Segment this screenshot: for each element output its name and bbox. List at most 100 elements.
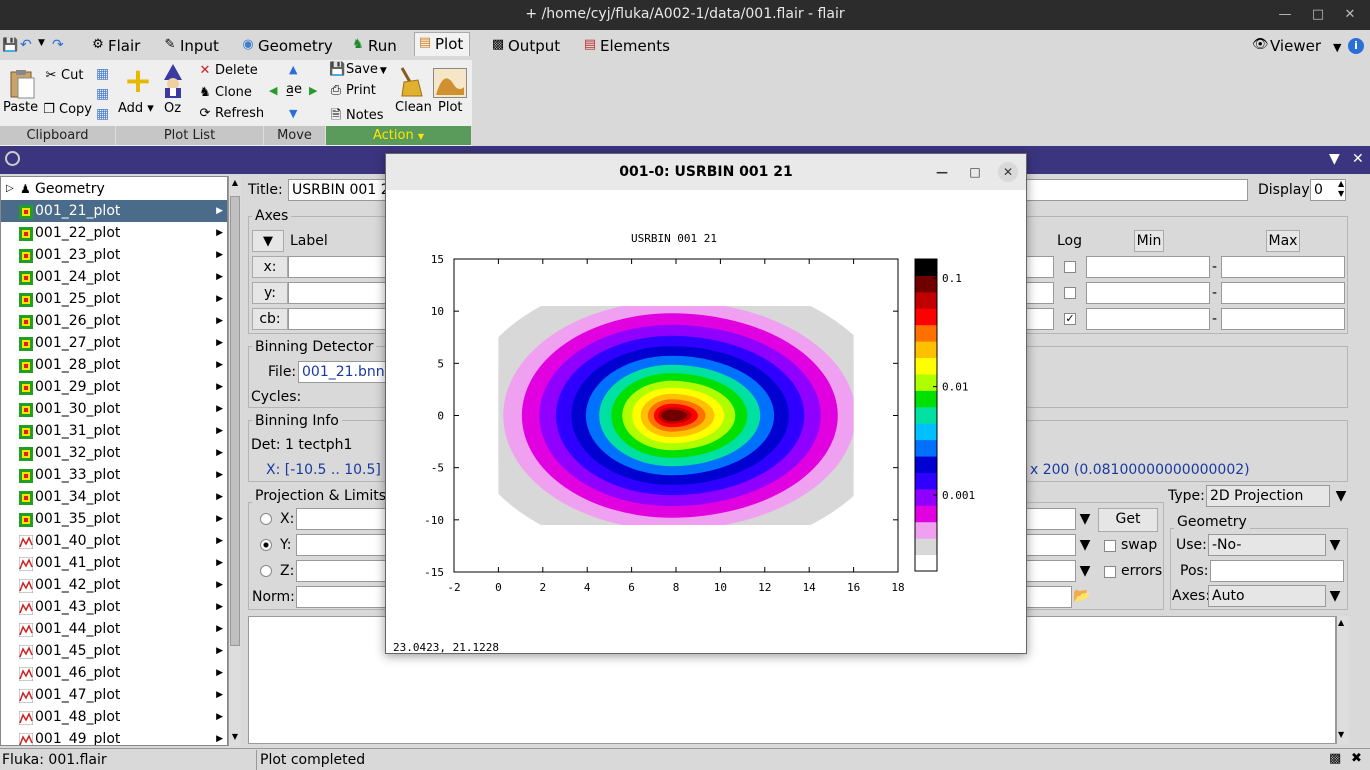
- print-button[interactable]: ⎙ Print: [329, 83, 376, 98]
- cut-button[interactable]: ✂ Cut: [44, 68, 84, 83]
- chevron-right-icon[interactable]: ▶: [216, 508, 223, 530]
- tree-item-plot[interactable]: 001_27_plot ▶: [1, 332, 227, 354]
- save-plot-button[interactable]: 💾Save ▼: [329, 62, 387, 77]
- axis-cb-button[interactable]: cb:: [252, 308, 288, 330]
- tree-item-plot[interactable]: 001_25_plot ▶: [1, 288, 227, 310]
- tree-item-plot[interactable]: 001_49_plot ▶: [1, 728, 227, 745]
- menu-viewer[interactable]: 👁 Viewer ▼: [1250, 35, 1341, 59]
- chevron-down-icon[interactable]: ▼: [1074, 560, 1096, 582]
- cb-log-checkbox[interactable]: ✓: [1064, 313, 1076, 325]
- spin-arrows-icon[interactable]: ▲ ▼: [1338, 179, 1344, 199]
- chevron-down-icon[interactable]: ▼: [1324, 585, 1346, 607]
- frame-menu-icon[interactable]: [5, 151, 20, 166]
- save-icon[interactable]: 💾: [2, 38, 18, 53]
- chevron-right-icon[interactable]: ▶: [216, 222, 223, 244]
- chevron-right-icon[interactable]: ▶: [216, 486, 223, 508]
- tree-root-geometry[interactable]: ▷ ♟ Geometry: [1, 178, 227, 200]
- scroll-down-icon[interactable]: ▼: [1338, 730, 1344, 739]
- chevron-down-icon[interactable]: ▼: [38, 38, 45, 48]
- chevron-right-icon[interactable]: ▶: [216, 266, 223, 288]
- tree-item-plot[interactable]: 001_32_plot ▶: [1, 442, 227, 464]
- chevron-right-icon[interactable]: ▶: [216, 354, 223, 376]
- menu-flair[interactable]: ⚙ Flair: [88, 35, 140, 59]
- tree-item-plot[interactable]: 001_35_plot ▶: [1, 508, 227, 530]
- tree-item-plot[interactable]: 001_26_plot ▶: [1, 310, 227, 332]
- proj-z-radio[interactable]: [260, 565, 272, 577]
- tree-item-plot[interactable]: 001_21_plot ▶: [1, 200, 227, 222]
- chevron-right-icon[interactable]: ▶: [216, 398, 223, 420]
- x-max-input[interactable]: [1221, 256, 1345, 278]
- chevron-down-icon[interactable]: ▼: [1074, 534, 1096, 556]
- tree-item-plot[interactable]: 001_41_plot ▶: [1, 552, 227, 574]
- chevron-right-icon[interactable]: ▶: [216, 552, 223, 574]
- chevron-right-icon[interactable]: ▶: [216, 728, 223, 745]
- chevron-down-icon[interactable]: ▼: [1330, 485, 1352, 507]
- close-icon[interactable]: ✕: [998, 162, 1018, 182]
- use-select[interactable]: -No-: [1208, 534, 1326, 556]
- x-min-input[interactable]: [1086, 256, 1210, 278]
- folder-icon[interactable]: 📂: [1073, 588, 1090, 604]
- tree-item-plot[interactable]: 001_47_plot ▶: [1, 684, 227, 706]
- add-button[interactable]: Add ▾: [118, 101, 154, 116]
- filter-icon[interactable]: ▼: [1329, 151, 1340, 167]
- proj-x-radio[interactable]: [260, 513, 272, 525]
- chevron-right-icon[interactable]: ▶: [216, 442, 223, 464]
- tree-item-plot[interactable]: 001_45_plot ▶: [1, 640, 227, 662]
- clean-button[interactable]: Clean: [395, 100, 432, 115]
- group-action[interactable]: Action ▼: [326, 126, 472, 145]
- minimize-icon[interactable]: —: [1275, 5, 1295, 25]
- chevron-right-icon[interactable]: ▶: [216, 244, 223, 266]
- menu-plot[interactable]: ▤ Plot: [414, 32, 471, 56]
- pos-input[interactable]: [1210, 560, 1344, 582]
- clone-button[interactable]: ♞ Clone: [198, 85, 252, 100]
- notes-button[interactable]: 🗎 Notes: [329, 106, 384, 128]
- tree-item-plot[interactable]: 001_43_plot ▶: [1, 596, 227, 618]
- tree-item-plot[interactable]: 001_24_plot ▶: [1, 266, 227, 288]
- close-icon[interactable]: ✕: [1352, 151, 1364, 167]
- notes-scrollbar[interactable]: ▲ ▼: [1336, 616, 1349, 744]
- menu-input[interactable]: ✎ Input: [160, 35, 219, 59]
- move-right-icon[interactable]: ▶: [309, 84, 317, 97]
- tree-item-plot[interactable]: 001_30_plot ▶: [1, 398, 227, 420]
- x-log-checkbox[interactable]: [1064, 261, 1076, 273]
- expand-icon[interactable]: ▷: [6, 178, 14, 200]
- chevron-right-icon[interactable]: ▶: [216, 706, 223, 728]
- y-max-input[interactable]: [1221, 282, 1345, 304]
- delete-button[interactable]: ✕ Delete: [198, 63, 258, 78]
- chevron-right-icon[interactable]: ▶: [216, 464, 223, 486]
- move-down-icon[interactable]: ▼: [289, 107, 297, 120]
- tree-item-plot[interactable]: 001_31_plot ▶: [1, 420, 227, 442]
- swap-checkbox[interactable]: [1104, 540, 1116, 552]
- chevron-right-icon[interactable]: ▶: [216, 662, 223, 684]
- undo-icon[interactable]: ↶: [20, 37, 32, 53]
- proj-y-radio[interactable]: [260, 539, 272, 551]
- scroll-thumb[interactable]: [230, 196, 240, 646]
- axis-x-button[interactable]: x:: [252, 256, 288, 278]
- chevron-right-icon[interactable]: ▶: [216, 420, 223, 442]
- type-select[interactable]: 2D Projection: [1206, 485, 1330, 507]
- tree-item-plot[interactable]: 001_46_plot ▶: [1, 662, 227, 684]
- menu-output[interactable]: ▩ Output: [488, 35, 560, 59]
- y-log-checkbox[interactable]: [1064, 287, 1076, 299]
- terminal-icon[interactable]: ▩: [1329, 751, 1341, 766]
- axes-select[interactable]: Auto: [1208, 585, 1326, 607]
- move-left-icon[interactable]: ◀: [269, 84, 277, 97]
- tree-item-plot[interactable]: 001_44_plot ▶: [1, 618, 227, 640]
- scroll-down-icon[interactable]: ▼: [230, 732, 240, 742]
- axes-menu-button[interactable]: ▼: [252, 230, 284, 252]
- select-all-icon[interactable]: ▦ ▦ ▦: [96, 64, 112, 124]
- tree-scrollbar[interactable]: ▲ ▼: [228, 176, 241, 746]
- chevron-right-icon[interactable]: ▶: [216, 332, 223, 354]
- plot-button[interactable]: Plot: [438, 100, 463, 115]
- y-min-input[interactable]: [1086, 282, 1210, 304]
- chevron-right-icon[interactable]: ▶: [216, 200, 223, 222]
- menu-run[interactable]: ♞ Run: [348, 35, 397, 59]
- cb-min-input[interactable]: [1086, 308, 1210, 330]
- chevron-right-icon[interactable]: ▶: [216, 310, 223, 332]
- axis-y-button[interactable]: y:: [252, 282, 288, 304]
- errors-checkbox[interactable]: [1104, 566, 1116, 578]
- refresh-button[interactable]: ⟳ Refresh: [198, 106, 265, 121]
- chevron-down-icon[interactable]: ▼: [1324, 534, 1346, 556]
- redo-icon[interactable]: ↷: [52, 37, 64, 53]
- menu-elements[interactable]: ▤ Elements: [580, 35, 670, 59]
